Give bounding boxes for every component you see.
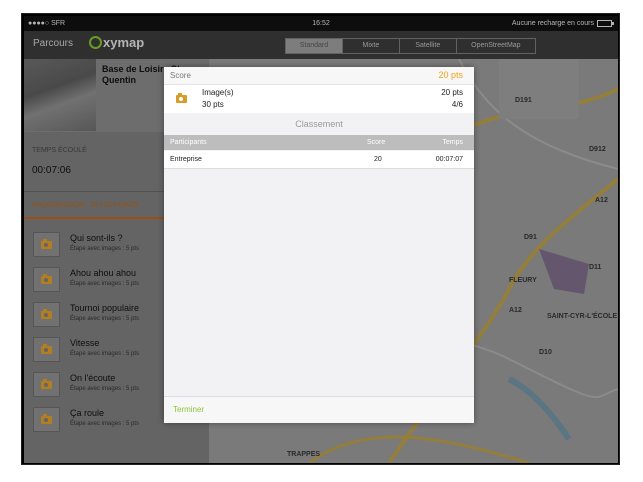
row-time: 00:07:07 — [435, 156, 463, 163]
header-time: Temps — [442, 139, 463, 146]
images-label: Image(s) — [202, 88, 234, 97]
classement-title: Classement — [295, 119, 343, 129]
header-participants: Participants — [170, 139, 207, 146]
score-label: Score — [170, 71, 191, 80]
header-score: Score — [367, 139, 386, 146]
camera-icon — [176, 93, 187, 103]
images-score-row: Image(s) 30 pts 20 pts 4/6 — [164, 85, 474, 113]
ranking-table-header: Participants Score Temps — [164, 135, 474, 150]
images-score: 20 pts — [441, 88, 463, 97]
modal-footer: Terminer — [164, 396, 474, 423]
score-header: Score 20 pts — [164, 67, 474, 85]
table-row: Entreprise 20 00:07:07 — [164, 151, 474, 169]
row-participant: Entreprise — [170, 156, 202, 163]
row-score: 20 — [374, 156, 382, 163]
images-points: 30 pts — [202, 100, 224, 109]
images-count: 4/6 — [451, 100, 463, 109]
terminer-button[interactable]: Terminer — [173, 405, 204, 414]
score-value: 20 pts — [438, 70, 463, 80]
score-modal: Score 20 pts Image(s) 30 pts 20 pts 4/6 … — [164, 67, 474, 423]
